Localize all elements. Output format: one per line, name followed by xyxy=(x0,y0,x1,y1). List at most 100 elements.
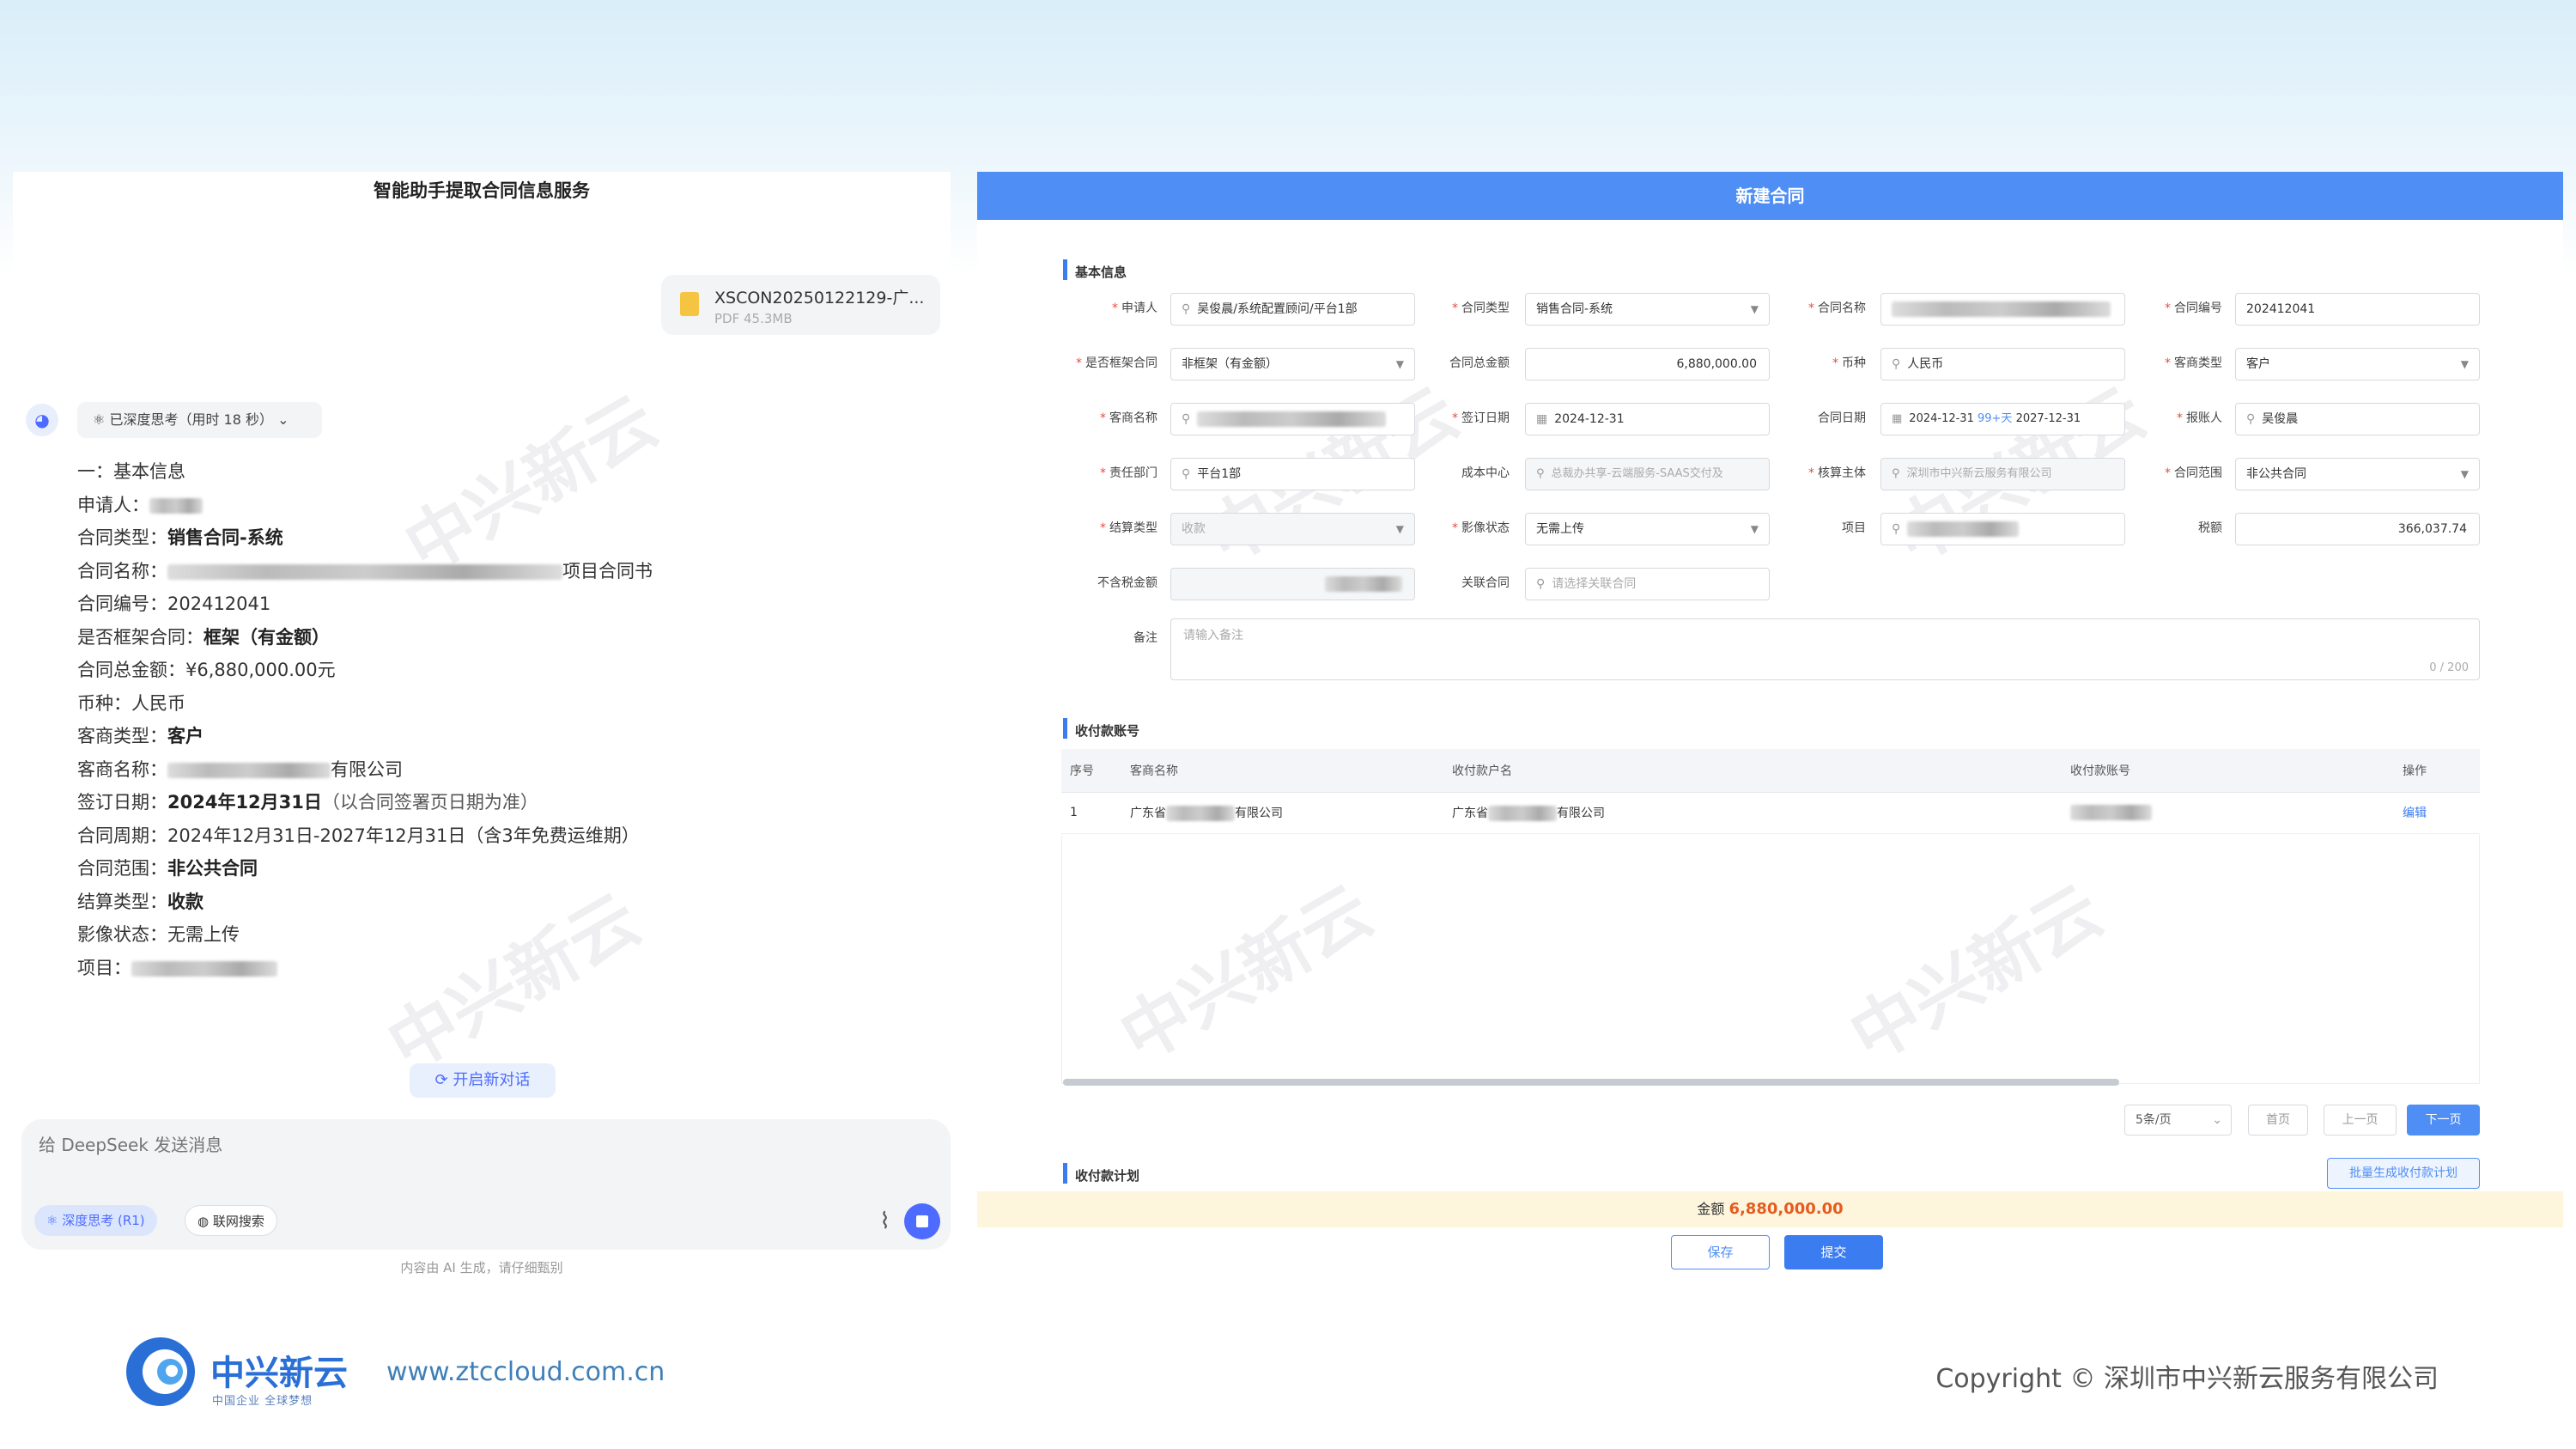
is-frame-label: * 是否框架合同 xyxy=(1076,356,1157,370)
website-link[interactable]: www.ztccloud.com.cn xyxy=(386,1357,665,1387)
page-size-select[interactable]: 5条/页 ⌄ xyxy=(2124,1105,2232,1135)
info-row: 是否框架合同：框架（有金额） xyxy=(77,626,330,648)
new-chat-button[interactable]: ⟳ 开启新对话 xyxy=(410,1063,556,1098)
dept-label: * 责任部门 xyxy=(1100,466,1157,480)
brand-name: 中兴新云 xyxy=(210,1354,348,1393)
related-contract-field[interactable]: ⚲ 请选择关联合同 xyxy=(1525,568,1770,600)
period-range-picker[interactable]: ▦ 2024-12-31 99+天 2027-12-31 xyxy=(1880,403,2125,435)
section-account: 收付款账号 xyxy=(1063,718,1139,740)
cost-center-label: 成本中心 xyxy=(1461,466,1510,480)
remark-label: 备注 xyxy=(1133,631,1157,645)
settle-label: * 结算类型 xyxy=(1100,521,1157,535)
redacted-text xyxy=(149,497,203,514)
message-input[interactable] xyxy=(39,1135,554,1155)
first-page-button[interactable]: 首页 xyxy=(2248,1105,2308,1135)
submit-button[interactable]: 提交 xyxy=(1784,1235,1883,1269)
info-row: 申请人： xyxy=(77,489,653,522)
stop-generation-button[interactable] xyxy=(904,1203,940,1239)
chevron-down-icon: ▼ xyxy=(1395,523,1404,535)
settle-select: 收款 ▼ xyxy=(1170,513,1415,545)
extracted-info-list: 一：基本信息 申请人： 合同类型：销售合同-系统 合同名称： 项目合同书 合同编号… xyxy=(77,455,653,984)
currency-field[interactable]: ⚲ 人民币 xyxy=(1880,348,2125,381)
search-icon: ⚲ xyxy=(2246,412,2256,426)
project-field[interactable]: ⚲ xyxy=(1880,513,2125,545)
account-entity-label: * 核算主体 xyxy=(1808,466,1866,480)
chevron-down-icon: ▼ xyxy=(1395,358,1404,370)
ai-disclaimer: 内容由 AI 生成，请仔细甄别 xyxy=(400,1260,563,1275)
contract-type-select[interactable]: 销售合同-系统 ▼ xyxy=(1525,293,1770,326)
table-empty-area xyxy=(1061,835,2480,1084)
info-row: 客商类型：客户 xyxy=(77,726,204,746)
redacted-text xyxy=(1197,411,1387,427)
calendar-icon: ▦ xyxy=(1892,412,1903,425)
batch-generate-plan-button[interactable]: 批量生成收付款计划 xyxy=(2327,1158,2480,1189)
total-amount-field[interactable]: 6,880,000.00 xyxy=(1525,348,1770,381)
ztccloud-logo-icon xyxy=(126,1337,195,1406)
web-search-toggle[interactable]: ◍ 联网搜索 xyxy=(185,1205,277,1236)
merchant-name-field[interactable]: ⚲ xyxy=(1170,403,1415,435)
cost-center-field: ⚲ 总裁办共享-云端服务-SAAS交付及 xyxy=(1525,458,1770,490)
chevron-down-icon: ▼ xyxy=(1750,523,1759,535)
deep-think-toggle[interactable]: ⚛ 深度思考 (R1) xyxy=(34,1205,157,1236)
account-entity-field: ⚲ 深圳市中兴新云服务有限公司 xyxy=(1880,458,2125,490)
merchant-type-select[interactable]: 客户 ▼ xyxy=(2235,348,2480,381)
contract-no-field[interactable]: 202412041 xyxy=(2235,293,2480,326)
chevron-down-icon: ▼ xyxy=(2460,468,2469,480)
save-button[interactable]: 保存 xyxy=(1671,1235,1770,1269)
merchant-name-label: * 客商名称 xyxy=(1100,411,1157,425)
info-row: 签订日期：2024年12月31日（以合同签署页日期为准） xyxy=(77,792,538,813)
attached-file-card[interactable]: XSCON20250122129-广... PDF 45.3MB xyxy=(661,275,940,335)
scope-select[interactable]: 非公共合同 ▼ xyxy=(2235,458,2480,490)
search-icon: ⚲ xyxy=(1536,577,1546,591)
deep-think-status-toggle[interactable]: ⚛ 已深度思考（用时 18 秒） ⌄ xyxy=(77,402,322,438)
globe-icon: ◍ xyxy=(197,1214,213,1229)
file-name: XSCON20250122129-广... xyxy=(714,289,925,307)
info-row: 影像状态：无需上传 xyxy=(77,924,240,945)
horizontal-scrollbar[interactable] xyxy=(1063,1079,2119,1086)
info-row: 客商名称： 有限公司 xyxy=(77,758,403,780)
reporter-field[interactable]: ⚲ 吴俊晨 xyxy=(2235,403,2480,435)
search-icon: ⚲ xyxy=(1182,412,1191,426)
project-label: 项目 xyxy=(1842,521,1866,535)
dept-field[interactable]: ⚲ 平台1部 xyxy=(1170,458,1415,490)
related-contract-label: 关联合同 xyxy=(1461,576,1510,590)
redacted-text xyxy=(167,762,331,778)
tax-field[interactable]: 366,037.74 xyxy=(2235,513,2480,545)
char-count: 0 / 200 xyxy=(2429,661,2469,674)
info-row: 合同周期：2024年12月31日-2027年12月31日（含3年免费运维期） xyxy=(77,825,640,846)
search-icon: ⚲ xyxy=(1182,467,1191,481)
atom-icon: ⚛ xyxy=(93,411,110,428)
remark-textarea[interactable]: 请输入备注 0 / 200 xyxy=(1170,618,2480,680)
contract-form-panel: 新建合同 中兴新云 中兴新云 中兴新云 中兴新云 基本信息 * 申请人 ⚲ 吴俊晨/… xyxy=(977,172,2563,1275)
image-status-select[interactable]: 无需上传 ▼ xyxy=(1525,513,1770,545)
account-table: 序号 客商名称 收付款户名 收付款账号 操作 1 广东省 有限公司 广东省 有限公司… xyxy=(1061,749,2480,834)
is-frame-select[interactable]: 非框架（有金额） ▼ xyxy=(1170,348,1415,381)
search-icon: ⚲ xyxy=(1892,357,1901,371)
section-basic-info: 基本信息 xyxy=(1063,259,1127,281)
cell-account xyxy=(2062,792,2394,834)
amount-summary-bar: 金额 6,880,000.00 xyxy=(977,1191,2563,1227)
contract-type-label: * 合同类型 xyxy=(1452,301,1510,315)
contract-name-field[interactable] xyxy=(1880,293,2125,326)
currency-label: * 币种 xyxy=(1832,356,1866,370)
prev-page-button[interactable]: 上一页 xyxy=(2324,1105,2397,1135)
sign-date-picker[interactable]: ▦ 2024-12-31 xyxy=(1525,403,1770,435)
edit-link[interactable]: 编辑 xyxy=(2394,792,2480,834)
next-page-button[interactable]: 下一页 xyxy=(2407,1105,2480,1135)
info-row: 一：基本信息 xyxy=(77,461,185,482)
paperclip-icon[interactable]: ⌇ xyxy=(879,1209,890,1234)
chat-title: 智能助手提取合同信息服务 xyxy=(374,180,590,201)
copyright-text: Copyright © 深圳市中兴新云服务有限公司 xyxy=(1935,1364,2439,1394)
reporter-label: * 报账人 xyxy=(2177,411,2222,425)
pdf-file-icon xyxy=(680,292,699,316)
col-header: 收付款账号 xyxy=(2062,749,2394,793)
tax-label: 税额 xyxy=(2198,521,2222,535)
col-header: 操作 xyxy=(2394,749,2480,793)
scope-label: * 合同范围 xyxy=(2165,466,2222,480)
search-icon: ⚲ xyxy=(1892,522,1901,536)
col-header: 客商名称 xyxy=(1121,749,1443,793)
table-header-row: 序号 客商名称 收付款户名 收付款账号 操作 xyxy=(1061,749,2480,793)
info-row: 币种：人民币 xyxy=(77,692,185,714)
applicant-field[interactable]: ⚲ 吴俊晨/系统配置顾问/平台1部 xyxy=(1170,293,1415,326)
think-status-label: 已深度思考（用时 18 秒） xyxy=(109,411,273,428)
